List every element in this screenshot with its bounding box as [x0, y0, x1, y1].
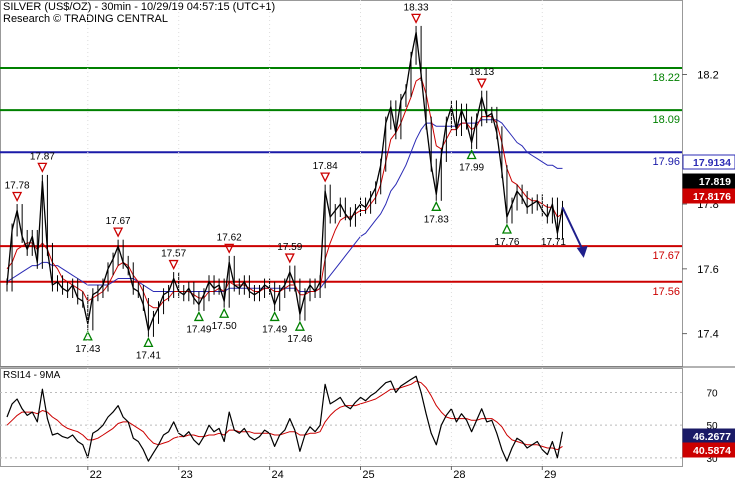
x-tick-label: 29: [544, 469, 556, 480]
ma-fast-line: [6, 77, 563, 309]
high-marker-label: 17.78: [5, 181, 30, 192]
high-marker-icon: [37, 162, 48, 173]
low-marker-label: 17.76: [494, 237, 519, 248]
price-tag-label: 17.9134: [693, 157, 731, 169]
low-marker-label: 17.50: [212, 321, 237, 332]
high-marker-icon: [476, 78, 487, 89]
low-marker-label: 17.49: [186, 324, 211, 335]
low-marker-label: 17.43: [75, 344, 100, 355]
level-label: 17.67: [652, 250, 680, 262]
rsi-tag-label: 40.5874: [693, 445, 731, 457]
high-marker-icon: [168, 259, 179, 271]
high-marker-label: 17.57: [161, 249, 186, 260]
high-marker-icon: [284, 253, 295, 264]
price-tag-label: 17.8176: [693, 191, 731, 203]
x-tick-label: 25: [362, 469, 374, 480]
low-marker-icon: [143, 336, 154, 348]
low-marker-icon: [219, 307, 230, 318]
level-label: 17.56: [652, 286, 680, 298]
low-marker-icon: [294, 320, 305, 331]
level-label: 18.22: [652, 72, 680, 84]
price-rsi-chart: 17.417.617.818.218.2218.0917.9617.6717.5…: [0, 0, 735, 480]
rsi-tag-label: 46.2677: [693, 431, 731, 443]
x-tick-label: 22: [90, 469, 102, 480]
low-marker-label: 17.49: [262, 324, 287, 335]
low-marker-label: 17.41: [136, 350, 161, 361]
low-marker-icon: [431, 200, 442, 211]
low-marker-icon: [501, 223, 513, 234]
price-y-tick-label: 17.6: [697, 264, 718, 276]
high-marker-label: 18.33: [404, 2, 429, 13]
high-marker-label: 17.67: [106, 216, 131, 227]
high-marker-icon: [410, 13, 422, 24]
projection-arrow-icon: [576, 245, 588, 258]
rsi-line: [6, 375, 564, 462]
high-marker-icon: [12, 191, 23, 202]
level-label: 17.96: [652, 156, 680, 168]
high-marker-label: 17.59: [277, 242, 302, 253]
x-tick-label: 28: [453, 469, 465, 480]
price-tag-label: 17.819: [699, 176, 731, 188]
low-marker-icon: [82, 330, 93, 341]
low-marker-label: 17.46: [287, 334, 312, 345]
low-marker-label: 17.83: [424, 214, 449, 225]
high-marker-label: 18.13: [469, 67, 494, 78]
price-panel-frame: [0, 0, 683, 367]
high-marker-label: 17.84: [313, 161, 338, 172]
low-marker-icon: [269, 311, 280, 322]
rsi-panel-frame: [0, 368, 683, 467]
high-marker-icon: [320, 172, 331, 183]
low-marker-label: 17.99: [459, 163, 484, 174]
x-tick-label: 24: [271, 469, 283, 480]
x-tick-label: 23: [181, 469, 193, 480]
high-marker-icon: [113, 227, 124, 238]
high-marker-label: 17.87: [30, 151, 55, 162]
target-label: 17.71: [541, 237, 566, 248]
level-label: 18.09: [652, 114, 680, 126]
low-marker-icon: [193, 311, 204, 322]
ma-slow-line: [6, 119, 563, 292]
rsi-title: RSI14 - 9MA: [3, 370, 61, 381]
price-y-tick-label: 17.4: [697, 329, 718, 341]
price-y-tick-label: 18.2: [697, 69, 718, 81]
high-marker-label: 17.62: [217, 232, 242, 243]
rsi-y-tick-label: 70: [706, 389, 718, 400]
